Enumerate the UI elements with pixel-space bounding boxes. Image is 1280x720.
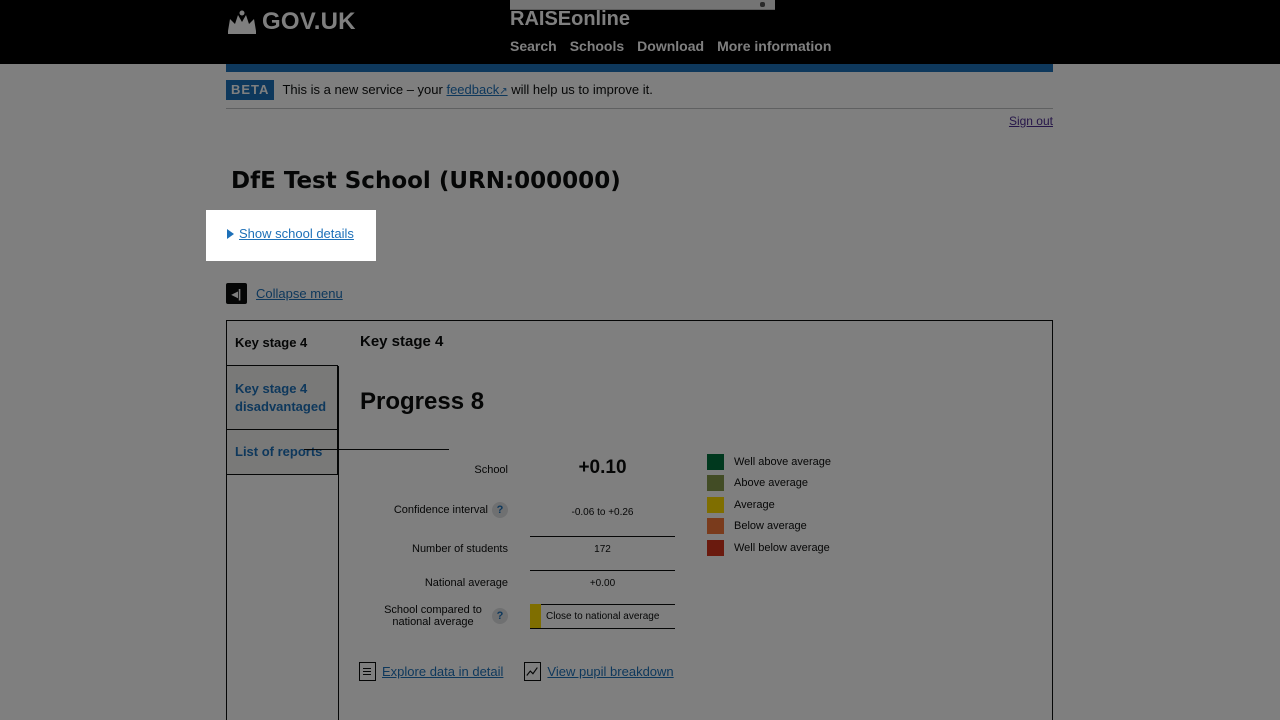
compared-result: Close to national average: [530, 604, 675, 628]
stat-row-national: National average: [226, 577, 546, 589]
legend-swatch: [707, 475, 724, 492]
page-title: DfE Test School (URN:000000): [231, 168, 621, 194]
legend-item: Well below average: [707, 537, 831, 559]
national-value: +0.00: [589, 578, 616, 589]
nav-more-information[interactable]: More information: [717, 38, 831, 54]
legend-item: Average: [707, 494, 831, 516]
show-school-details-label: Show school details: [239, 226, 354, 241]
beta-tag: BETA: [226, 80, 275, 100]
collapse-arrow-icon: ◂|: [226, 283, 247, 304]
help-icon[interactable]: ?: [492, 608, 508, 624]
govuk-logo[interactable]: GOV.UK: [226, 8, 356, 36]
stat-row-compared: School compared to national average?: [226, 604, 546, 628]
help-icon[interactable]: ?: [492, 502, 508, 518]
divider: [530, 536, 675, 537]
stat-row-ci: Confidence interval?: [226, 502, 546, 518]
tab-key-stage-4[interactable]: Key stage 4: [227, 321, 338, 366]
feedback-link[interactable]: feedback↗: [446, 82, 507, 97]
logo-text: GOV.UK: [262, 8, 356, 35]
school-urn: (URN:000000): [438, 168, 621, 194]
legend-label: Average: [734, 498, 775, 511]
nav-schools[interactable]: Schools: [570, 38, 624, 54]
view-pupil-breakdown-link[interactable]: View pupil breakdown: [524, 662, 674, 681]
divider: [530, 570, 675, 571]
beta-text-after: will help us to improve it.: [507, 82, 653, 97]
progress-8-heading: Progress 8: [360, 388, 485, 415]
tab-key-stage-4-disadvantaged[interactable]: Key stage 4 disadvantaged: [227, 366, 338, 430]
legend-swatch: [707, 496, 724, 513]
explore-data-link[interactable]: Explore data in detail: [359, 662, 503, 681]
ci-value: -0.06 to +0.26: [571, 507, 634, 518]
legend-item: Well above average: [707, 451, 831, 473]
service-name[interactable]: RAISEonline: [510, 8, 630, 31]
nav-download[interactable]: Download: [637, 38, 704, 54]
divider: [530, 628, 675, 629]
search-handle-icon: [760, 2, 765, 7]
legend-swatch: [707, 453, 724, 470]
report-links: Explore data in detail View pupil breakd…: [359, 662, 674, 681]
legend-item: Below average: [707, 516, 831, 538]
compared-value: Close to national average: [546, 610, 660, 622]
header-accent-bar: [226, 64, 1053, 72]
legend: Well above average Above average Average…: [707, 451, 831, 559]
stat-label: Number of students: [412, 543, 508, 555]
legend-label: Above average: [734, 477, 808, 490]
report-panel: Key stage 4 Key stage 4 disadvantaged Li…: [226, 320, 1053, 720]
stat-label: Confidence interval?: [226, 502, 516, 518]
chart-icon: [524, 662, 542, 681]
collapse-menu[interactable]: ◂| Collapse menu: [226, 283, 343, 304]
legend-label: Below average: [734, 520, 807, 533]
header-bar: GOV.UK RAISEonline Search Schools Downlo…: [0, 0, 1280, 64]
beta-text-before: This is a new service – your: [282, 82, 447, 97]
stat-label: National average: [424, 577, 508, 589]
stat-label: School: [474, 464, 508, 476]
show-school-details-toggle[interactable]: Show school details: [227, 226, 354, 241]
view-pupil-breakdown-label: View pupil breakdown: [547, 664, 674, 679]
legend-item: Above average: [707, 473, 831, 495]
collapse-menu-label: Collapse menu: [256, 286, 343, 301]
external-link-icon: ↗: [499, 86, 508, 97]
divider: [304, 449, 449, 450]
stat-row-students: Number of students: [226, 543, 546, 555]
stat-label: School compared to national average?: [226, 604, 516, 628]
legend-label: Well above average: [734, 455, 832, 468]
beta-text: This is a new service – your feedback↗ w…: [282, 80, 652, 102]
main-nav: Search Schools Download More information: [510, 38, 831, 54]
school-name: DfE Test School: [231, 168, 431, 194]
legend-label: Well below average: [734, 541, 830, 554]
phase-banner: BETA This is a new service – your feedba…: [226, 80, 1053, 109]
nav-search[interactable]: Search: [510, 38, 557, 54]
compared-label: School compared to national average: [384, 604, 482, 628]
side-tabs: Key stage 4 Key stage 4 disadvantaged Li…: [227, 321, 338, 475]
triangle-right-icon: [227, 228, 234, 239]
explore-data-label: Explore data in detail: [382, 664, 504, 679]
students-value: 172: [594, 544, 611, 555]
document-icon: [359, 662, 376, 681]
feedback-link-label: feedback: [446, 82, 500, 97]
ci-label: Confidence interval: [393, 504, 488, 516]
report-content: Key stage 4 Progress 8: [360, 333, 484, 415]
legend-swatch: [707, 539, 724, 556]
sign-out-link[interactable]: Sign out: [1009, 114, 1053, 128]
stat-row-school: School: [226, 464, 546, 476]
school-score: +0.10: [578, 457, 627, 478]
average-swatch: [530, 604, 541, 628]
section-title: Key stage 4: [360, 333, 444, 350]
crown-icon: [228, 10, 256, 34]
school-details-highlight: Show school details: [206, 210, 376, 261]
legend-swatch: [707, 518, 724, 535]
